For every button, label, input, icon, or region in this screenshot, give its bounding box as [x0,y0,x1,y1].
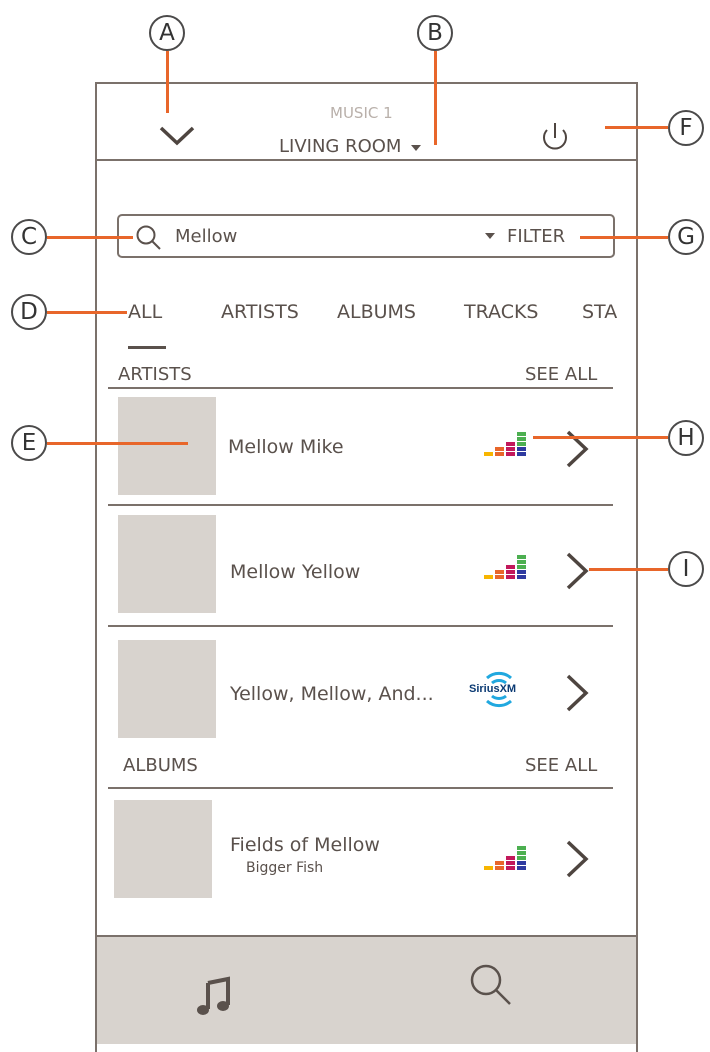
music-note-icon [197,976,230,1015]
album-subtitle: Bigger Fish [246,860,324,876]
search-tab-button[interactable] [365,935,638,1044]
callout-d-leader [47,311,127,314]
callout-a: A [149,15,185,51]
chevron-right-icon[interactable] [560,836,594,882]
chevron-right-icon[interactable] [560,670,594,716]
power-icon [543,123,567,150]
list-item[interactable]: Yellow, Mellow, And... SiriusXM [108,628,613,744]
callout-i-leader [589,568,668,571]
music-tab-button[interactable] [95,935,367,1044]
artist-thumbnail [118,640,216,738]
row-divider [108,625,613,627]
tab-albums[interactable]: ALBUMS [337,301,416,323]
row-divider [108,504,613,506]
callout-e-leader [47,442,188,445]
callout-b-leader [434,51,437,145]
artists-section-divider [108,387,613,389]
albums-see-all[interactable]: SEE ALL [525,755,597,776]
tab-stations[interactable]: STA [582,301,617,323]
chevron-right-icon[interactable] [560,426,594,472]
chevron-right-icon[interactable] [560,548,594,594]
chevron-down-icon [159,126,195,146]
tab-selected-indicator [128,346,166,349]
filter-caret-icon [485,233,495,239]
callout-h-leader [533,436,668,439]
callout-c-leader [47,236,133,239]
list-item[interactable]: Mellow Mike [108,390,613,502]
room-label: LIVING ROOM [279,136,402,157]
power-button[interactable] [538,118,572,156]
room-caret-icon [410,144,421,151]
callout-a-leader [166,51,169,113]
list-item[interactable]: Fields of Mellow Bigger Fish [108,790,613,902]
artist-thumbnail [118,397,216,495]
callout-b: B [417,15,453,51]
albums-section-divider [108,787,613,789]
filter-button[interactable]: FILTER [507,226,565,247]
search-icon [136,225,161,250]
artist-thumbnail [118,515,216,613]
tab-artists[interactable]: ARTISTS [221,301,299,323]
search-icon [470,964,511,1005]
callout-f-leader [605,126,668,129]
album-title: Fields of Mellow [230,834,380,856]
siriusxm-wordmark: SiriusXM [469,683,517,695]
callout-c: C [11,219,47,255]
search-field[interactable]: Mellow FILTER [117,214,615,258]
deezer-icon [484,846,526,870]
collapse-button[interactable] [155,118,199,154]
callout-e: E [11,425,47,461]
albums-section-title: ALBUMS [123,755,198,776]
source-label: MUSIC 1 [330,104,393,122]
artist-title: Mellow Mike [228,436,344,458]
callout-f: F [668,110,704,146]
header-divider [95,159,638,161]
album-thumbnail [114,800,212,898]
callout-g: G [668,219,704,255]
list-item[interactable]: Mellow Yellow [108,507,613,623]
artist-title: Yellow, Mellow, And... [230,683,434,705]
callout-g-leader [580,236,668,239]
artists-see-all[interactable]: SEE ALL [525,364,597,385]
siriusxm-icon: SiriusXM [466,664,532,714]
callout-i: I [668,551,704,587]
callout-h: H [668,420,704,456]
deezer-icon [484,555,526,579]
tab-tracks[interactable]: TRACKS [464,301,539,323]
search-input[interactable]: Mellow [175,226,237,247]
deezer-icon [484,432,526,456]
artists-section-title: ARTISTS [118,364,192,385]
artist-title: Mellow Yellow [230,561,361,583]
tab-all[interactable]: ALL [128,301,162,323]
callout-d: D [11,294,47,330]
